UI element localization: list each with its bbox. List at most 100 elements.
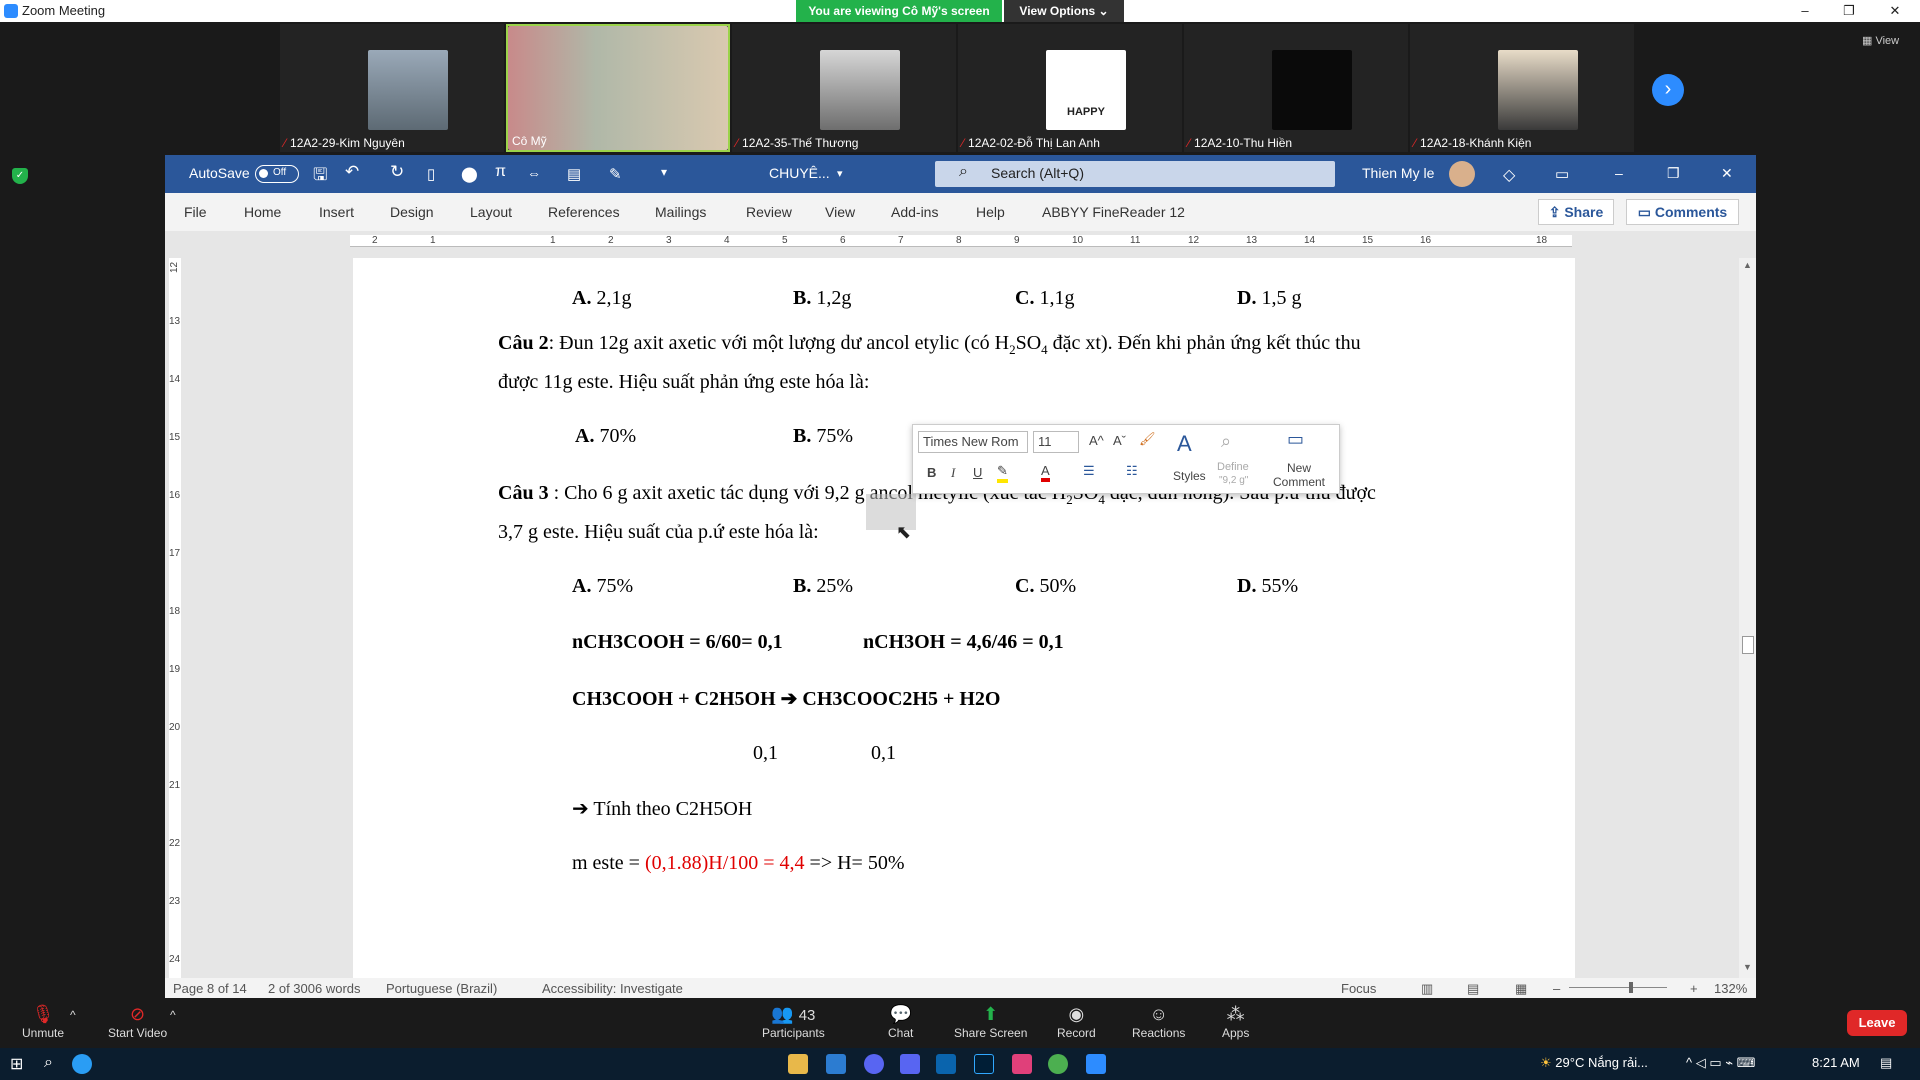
user-name[interactable]: Thien My le [1362,165,1434,181]
chevron-down-icon[interactable]: ▾ [837,167,843,180]
italic-icon[interactable]: I [951,465,955,481]
tab-home[interactable]: Home [244,204,281,220]
zoom-slider-thumb[interactable] [1629,982,1633,993]
reactions-button[interactable]: ☺ Reactions [1132,1004,1185,1040]
share-button[interactable]: ⇪ Share [1538,199,1614,225]
new-comment-label-1[interactable]: New [1287,461,1311,475]
audio-options-icon[interactable]: ^ [70,1008,76,1022]
doc-title[interactable]: CHUYÊ... [769,165,830,181]
document-page[interactable]: A. 2,1g B. 1,2g C. 1,1g D. 1,5 g Câu 2: … [353,258,1575,998]
tab-view[interactable]: View [825,204,855,220]
tab-add-ins[interactable]: Add-ins [891,204,938,220]
accessibility-status[interactable]: Accessibility: Investigate [542,981,683,996]
zoom-out-icon[interactable]: – [1553,981,1560,996]
apps-button[interactable]: ⁂ Apps [1222,1004,1249,1040]
tab-layout[interactable]: Layout [470,204,512,220]
zoom-in-icon[interactable]: + [1690,981,1698,996]
styles-icon[interactable]: A [1177,431,1192,457]
participant-tile[interactable]: ⁄ 12A2-29-Kim Nguyên [280,24,504,152]
focus-button[interactable]: Focus [1341,981,1376,996]
windows-start-icon[interactable]: ⊞ [10,1054,23,1074]
app-icon[interactable] [1012,1054,1032,1074]
messenger-icon[interactable] [864,1054,884,1074]
search-input[interactable]: ⌕ Search (Alt+Q) [935,161,1335,187]
new-comment-icon[interactable]: ▭ [1287,429,1304,450]
bullets-icon[interactable]: ☰ [1083,463,1095,479]
mail-icon[interactable] [936,1054,956,1074]
participant-tile[interactable]: ⁄ 12A2-10-Thu Hiền [1184,24,1408,152]
close-button[interactable]: ✕ [1872,0,1918,22]
word-close-button[interactable]: ✕ [1721,165,1733,182]
participant-tile-active[interactable]: Cô Mỹ [506,24,730,152]
comments-button[interactable]: ▭ Comments [1626,199,1739,225]
word-count[interactable]: 2 of 3006 words [268,981,361,996]
discord-icon[interactable] [900,1054,920,1074]
grow-font-icon[interactable]: A^ [1089,433,1104,448]
pi-icon[interactable]: π [495,163,506,181]
customize-icon[interactable]: ▾ [661,165,667,179]
define-icon[interactable]: ⌕ [1221,431,1231,452]
shrink-font-icon[interactable]: Aˇ [1113,433,1126,448]
weather-widget[interactable]: ☀ 29°C Nắng rải... [1540,1055,1648,1071]
record-button[interactable]: ◉ Record [1057,1004,1096,1040]
autosave-toggle[interactable]: Off [255,165,299,183]
redo-icon[interactable]: ↻ [390,162,404,182]
zoom-slider[interactable] [1569,987,1667,988]
tab-file[interactable]: File [184,204,207,220]
gallery-next-icon[interactable]: › [1652,74,1684,106]
ribbon-display-icon[interactable]: ▭ [1555,165,1569,183]
bold-icon[interactable]: B [927,465,936,480]
leave-button[interactable]: Leave [1847,1010,1907,1036]
underline-icon[interactable]: U [973,465,982,480]
vscode-icon[interactable] [826,1054,846,1074]
save-icon[interactable]: 🖫 [313,162,327,191]
pen-icon[interactable]: ✎ [609,165,622,183]
highlight-icon[interactable]: ✎ [997,463,1008,483]
language[interactable]: Portuguese (Brazil) [386,981,497,996]
numbering-icon[interactable]: ☷ [1126,463,1138,479]
tab-mailings[interactable]: Mailings [655,204,706,220]
undo-icon[interactable]: ↶ [345,162,359,182]
participant-tile[interactable]: ⁄ 12A2-18-Khánh Kiện [1410,24,1634,152]
clock[interactable]: 8:21 AM [1812,1055,1860,1070]
file-explorer-icon[interactable] [788,1054,808,1074]
view-options-button[interactable]: View Options ⌄ [1004,0,1124,22]
scroll-up-icon[interactable]: ▲ [1743,260,1752,270]
vertical-scrollbar[interactable]: ▲ ▼ [1739,258,1756,978]
new-doc-icon[interactable]: ▯ [427,165,435,183]
tab-insert[interactable]: Insert [319,204,354,220]
security-shield-icon[interactable]: ✓ [12,168,28,184]
scroll-thumb[interactable] [1742,636,1754,654]
unmute-button[interactable]: 🎙 Unmute [22,1004,64,1040]
avatar[interactable] [1449,161,1475,187]
page-count[interactable]: Page 8 of 14 [173,981,247,996]
view-button[interactable]: ▦ View [1862,34,1899,47]
zoom-level[interactable]: 132% [1714,981,1747,996]
word-restore-button[interactable]: ❐ [1667,165,1680,182]
font-size-select[interactable]: 11 [1033,431,1079,453]
participant-tile[interactable]: HAPPY ⁄ 12A2-02-Đỗ Thị Lan Anh [958,24,1182,152]
search-icon[interactable]: ⌕ [44,1054,53,1072]
edge-icon[interactable] [72,1054,92,1074]
web-layout-icon[interactable]: ▦ [1515,981,1527,997]
scroll-down-icon[interactable]: ▼ [1743,962,1752,972]
tab-help[interactable]: Help [976,204,1005,220]
read-mode-icon[interactable]: ▥ [1421,981,1433,997]
zoom-taskbar-icon[interactable] [1086,1054,1106,1074]
participants-button[interactable]: 👥 43 Participants [762,1004,825,1040]
vertical-ruler[interactable]: 12 13 14 15 16 17 18 19 20 21 22 23 24 [169,258,181,978]
share-screen-button[interactable]: ⬆ Share Screen [954,1004,1027,1040]
styles-label[interactable]: Styles [1173,469,1206,483]
tab-review[interactable]: Review [746,204,792,220]
photoshop-icon[interactable] [974,1054,994,1074]
tray-icons[interactable]: ^ ◁ ▭ ⌁ ⌨ [1686,1055,1755,1071]
diamond-icon[interactable]: ◇ [1503,165,1515,185]
horizontal-ruler[interactable]: 2 1 1 2 3 4 5 6 7 8 9 10 11 12 13 14 15 … [350,235,1572,247]
chrome-icon[interactable] [1048,1054,1068,1074]
tab-references[interactable]: References [548,204,620,220]
notifications-icon[interactable]: ▤ [1880,1055,1892,1071]
tab-design[interactable]: Design [390,204,434,220]
minimize-button[interactable]: – [1782,0,1828,22]
print-layout-icon[interactable]: ▤ [1467,981,1479,997]
video-options-icon[interactable]: ^ [170,1008,176,1022]
